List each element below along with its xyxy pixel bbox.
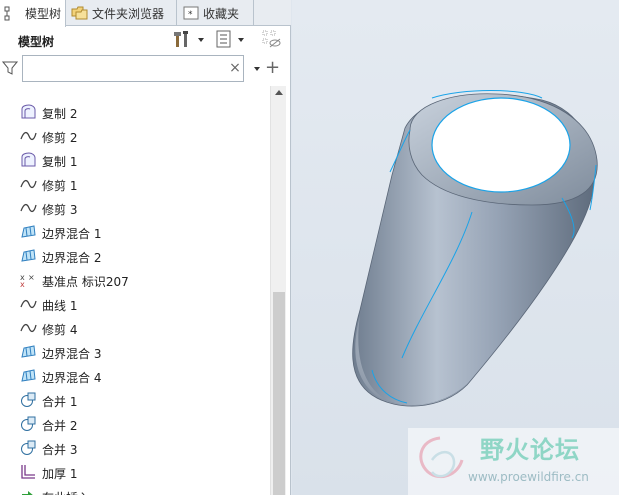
add-icon[interactable]: + bbox=[265, 58, 280, 78]
trim-icon bbox=[20, 320, 37, 336]
search-input[interactable] bbox=[27, 59, 222, 79]
insert-here-arrow-icon bbox=[20, 488, 37, 495]
tree-item[interactable]: 复制 2 bbox=[0, 100, 270, 124]
show-dropdown-button[interactable] bbox=[216, 30, 244, 51]
tree-item-label: 复制 2 bbox=[42, 107, 78, 121]
settings-dropdown-button[interactable] bbox=[172, 30, 204, 51]
tree-item[interactable]: 边界混合 3 bbox=[0, 340, 270, 364]
search-row: × + bbox=[0, 55, 291, 83]
chevron-down-icon bbox=[238, 38, 244, 42]
tree-scrollbar[interactable] bbox=[270, 86, 286, 495]
trim-icon bbox=[20, 176, 37, 192]
tree-item[interactable]: x × x 基准点 标识207 bbox=[0, 268, 270, 292]
search-options-chevron-icon[interactable] bbox=[254, 67, 260, 71]
boundary-blend-icon bbox=[20, 368, 37, 384]
trim-icon bbox=[20, 128, 37, 144]
boundary-blend-icon bbox=[20, 248, 37, 264]
model-tree-icon bbox=[4, 6, 22, 22]
tab-label: 模型树 bbox=[25, 7, 62, 21]
model-tree-list: 复制 2 修剪 2 复制 1 修剪 1 修剪 3 边界混合 1 边界混合 2 x × x 基准点 标… bbox=[0, 86, 270, 495]
watermark: 野火论坛 www.proewildfire.cn bbox=[408, 428, 619, 495]
graphics-viewport[interactable]: 野火论坛 www.proewildfire.cn bbox=[292, 0, 619, 495]
partial-icon bbox=[20, 86, 37, 96]
datum-point-icon: x × x bbox=[20, 272, 37, 289]
clear-icon[interactable]: × bbox=[228, 60, 242, 76]
trim-icon bbox=[20, 200, 37, 216]
watermark-logo-icon bbox=[410, 430, 470, 495]
tree-item-label: 在此插入 bbox=[42, 489, 90, 495]
boundary-blend-icon bbox=[20, 224, 37, 240]
watermark-title: 野火论坛 bbox=[480, 436, 580, 464]
tab-label: 文件夹浏览器 bbox=[92, 6, 165, 21]
tree-item-label: 修剪 2 bbox=[42, 131, 78, 145]
tree-item-label: 复制 1 bbox=[42, 155, 78, 169]
tree-item-label: 边界混合 4 bbox=[42, 371, 102, 385]
tree-item-label: 加厚 1 bbox=[42, 467, 78, 481]
tree-item-label: 合并 3 bbox=[42, 443, 78, 457]
tree-item[interactable]: 合并 1 bbox=[0, 388, 270, 412]
merge-icon bbox=[20, 440, 37, 456]
tree-item[interactable]: 边界混合 1 bbox=[0, 220, 270, 244]
folder-browser-icon bbox=[71, 5, 89, 21]
tree-item[interactable]: 修剪 4 bbox=[0, 316, 270, 340]
tree-item-label: 边界混合 2 bbox=[42, 251, 102, 265]
model-opening bbox=[431, 97, 571, 193]
tree-item-label: 修剪 3 bbox=[42, 203, 78, 217]
tree-item[interactable]: 在此插入 bbox=[0, 484, 270, 495]
tree-item[interactable]: 修剪 1 bbox=[0, 172, 270, 196]
tab-bar: 模型树 文件夹浏览器 * 收藏夹 bbox=[0, 0, 291, 27]
list-view-icon bbox=[216, 30, 232, 51]
favorites-icon: * bbox=[182, 5, 200, 21]
tree-item-label: 边界混合 1 bbox=[42, 227, 102, 241]
svg-text:x: x bbox=[20, 280, 25, 288]
tree-item[interactable]: 修剪 3 bbox=[0, 196, 270, 220]
tree-item-label: 合并 2 bbox=[42, 419, 78, 433]
tree-item[interactable]: 合并 3 bbox=[0, 436, 270, 460]
hidden-items-button[interactable] bbox=[262, 30, 282, 51]
scroll-up-arrow-icon[interactable] bbox=[275, 90, 283, 95]
svg-text:×: × bbox=[28, 273, 35, 282]
tree-item[interactable]: 加厚 1 bbox=[0, 460, 270, 484]
filter-icon[interactable] bbox=[1, 60, 19, 79]
tree-item[interactable]: 边界混合 4 bbox=[0, 364, 270, 388]
tree-item[interactable]: 边界混合 2 bbox=[0, 244, 270, 268]
tree-toolbar: 模型树 bbox=[0, 27, 291, 53]
tree-item[interactable]: 复制 1 bbox=[0, 148, 270, 172]
tree-item-label: 基准点 标识207 bbox=[42, 275, 129, 289]
search-box: × bbox=[22, 55, 244, 82]
tab-label: 收藏夹 bbox=[203, 6, 240, 21]
svg-text:*: * bbox=[188, 10, 193, 20]
copy-surface-icon bbox=[20, 104, 37, 120]
3d-model[interactable] bbox=[292, 0, 619, 495]
trim-icon bbox=[20, 296, 37, 312]
tree-item-label: 边界混合 3 bbox=[42, 347, 102, 361]
copy-surface-icon bbox=[20, 152, 37, 168]
merge-icon bbox=[20, 416, 37, 432]
watermark-url: www.proewildfire.cn bbox=[468, 470, 589, 484]
tree-item[interactable]: 修剪 2 bbox=[0, 124, 270, 148]
scroll-thumb[interactable] bbox=[273, 292, 285, 495]
model-tree-panel: 模型树 文件夹浏览器 * 收藏夹 模型树 × + 复制 2 修剪 2 复制 1 … bbox=[0, 0, 291, 495]
tree-item-label: 合并 1 bbox=[42, 395, 78, 409]
hidden-items-icon bbox=[262, 30, 282, 51]
chevron-down-icon bbox=[198, 38, 204, 42]
tree-item-label: 修剪 1 bbox=[42, 179, 78, 193]
thicken-icon bbox=[20, 464, 37, 480]
merge-icon bbox=[20, 392, 37, 408]
tools-icon bbox=[172, 30, 192, 51]
tab-favorites[interactable]: * 收藏夹 bbox=[178, 0, 254, 26]
tab-model-tree[interactable]: 模型树 bbox=[0, 0, 66, 27]
tree-item-label: 曲线 1 bbox=[42, 299, 78, 313]
tree-item[interactable]: 合并 2 bbox=[0, 412, 270, 436]
panel-title: 模型树 bbox=[18, 35, 55, 49]
boundary-blend-icon bbox=[20, 344, 37, 360]
tree-item[interactable]: 曲线 1 bbox=[0, 292, 270, 316]
tab-folder-browser[interactable]: 文件夹浏览器 bbox=[67, 0, 177, 26]
tree-item-label: 修剪 4 bbox=[42, 323, 78, 337]
tree-item[interactable] bbox=[0, 86, 270, 100]
